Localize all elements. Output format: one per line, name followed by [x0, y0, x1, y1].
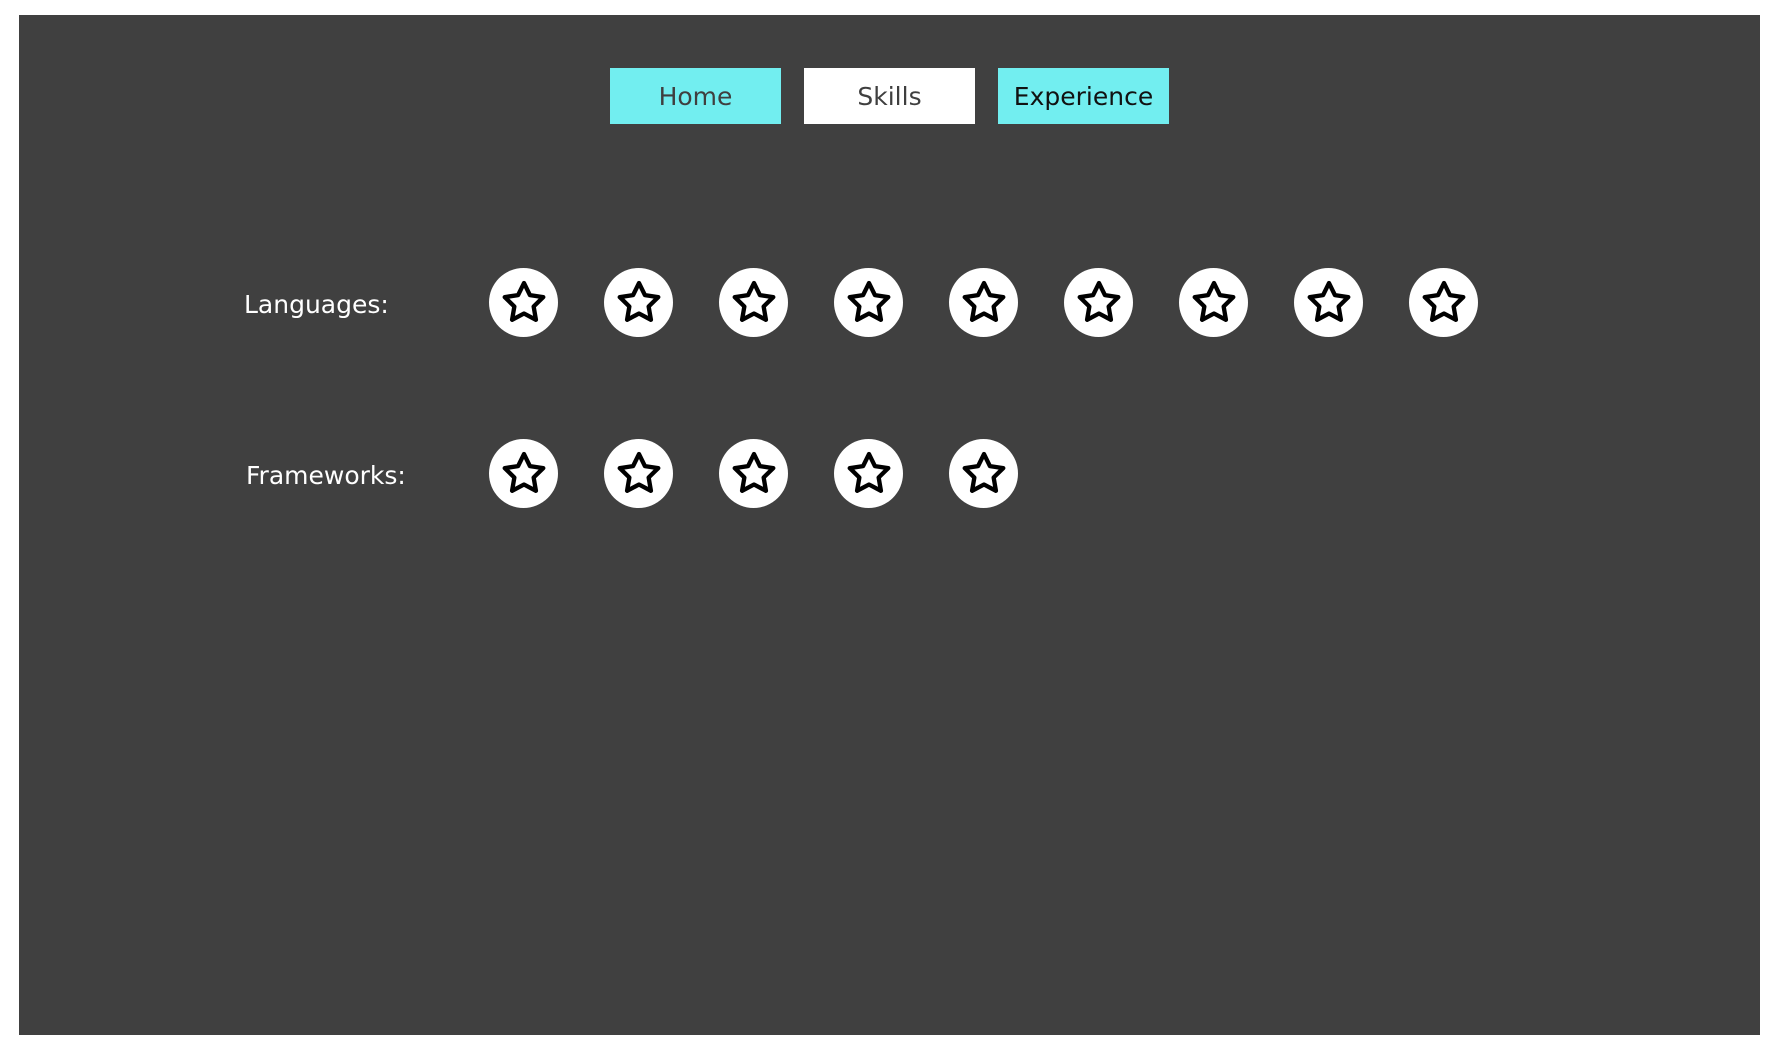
- star-icon: [719, 268, 788, 337]
- star-icon: [1179, 268, 1248, 337]
- star-icon: [1409, 268, 1478, 337]
- frameworks-rating: [489, 439, 1018, 508]
- star-icon: [834, 439, 903, 508]
- star-icon: [604, 439, 673, 508]
- star-icon: [719, 439, 788, 508]
- home-button[interactable]: Home: [610, 68, 781, 124]
- skills-button[interactable]: Skills: [804, 68, 975, 124]
- star-icon: [949, 268, 1018, 337]
- languages-rating: [489, 268, 1478, 337]
- star-icon: [1064, 268, 1133, 337]
- star-icon: [834, 268, 903, 337]
- star-icon: [489, 268, 558, 337]
- languages-label: Languages:: [244, 290, 389, 319]
- app-frame: Home Skills Experience Languages: Framew…: [19, 15, 1760, 1035]
- star-icon: [489, 439, 558, 508]
- star-icon: [949, 439, 1018, 508]
- star-icon: [1294, 268, 1363, 337]
- top-nav: Home Skills Experience: [610, 68, 1169, 124]
- star-icon: [604, 268, 673, 337]
- experience-button[interactable]: Experience: [998, 68, 1169, 124]
- frameworks-label: Frameworks:: [246, 461, 406, 490]
